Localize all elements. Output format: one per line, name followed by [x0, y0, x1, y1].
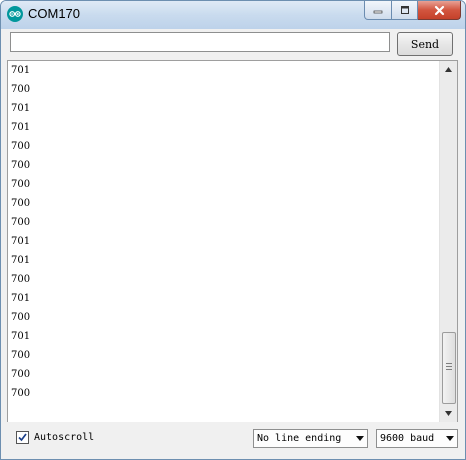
serial-output-area[interactable]: 701 700 701 701 700 700 700 700 700 701 701 700 701 7…: [7, 60, 458, 423]
minimize-icon: [373, 10, 383, 14]
vertical-scrollbar[interactable]: [439, 61, 457, 422]
output-line: 701: [11, 103, 31, 114]
scroll-up-button[interactable]: [440, 61, 457, 78]
minimize-button[interactable]: [364, 1, 392, 20]
scrollbar-thumb[interactable]: [442, 332, 456, 404]
checkmark-icon: [18, 433, 27, 442]
output-line: 700: [11, 217, 31, 228]
window-title: COM170: [28, 6, 81, 21]
output-line: 701: [11, 293, 31, 304]
output-line: 700: [11, 388, 31, 399]
status-bar: Autoscroll No line ending 9600 baud: [1, 422, 465, 459]
output-line: 700: [11, 179, 31, 190]
maximize-button[interactable]: [392, 1, 418, 20]
output-line: 701: [11, 255, 31, 266]
chevron-down-icon: [353, 436, 367, 441]
output-line: 701: [11, 65, 31, 76]
line-ending-select[interactable]: No line ending: [253, 429, 368, 448]
output-line: 700: [11, 160, 31, 171]
output-line: 700: [11, 369, 31, 380]
output-lines: 701 700 701 701 700 700 700 700 700 701 701 700 701 7…: [11, 61, 436, 403]
serial-input[interactable]: [10, 32, 390, 52]
maximize-icon: [400, 6, 409, 14]
output-line: 700: [11, 198, 31, 209]
chevron-down-icon: [443, 436, 457, 441]
autoscroll-toggle[interactable]: Autoscroll: [16, 431, 94, 444]
output-line: 701: [11, 236, 31, 247]
scroll-down-button[interactable]: [440, 405, 457, 422]
output-line: 701: [11, 122, 31, 133]
arrow-up-icon: [445, 67, 452, 72]
output-line: 700: [11, 274, 31, 285]
arrow-down-icon: [445, 411, 452, 416]
output-line: 701: [11, 331, 31, 342]
output-line: 700: [11, 312, 31, 323]
close-icon: [434, 5, 444, 15]
arduino-logo-icon: [7, 6, 23, 22]
close-button[interactable]: [418, 1, 461, 20]
serial-monitor-window: COM170 Send 701 700 701 701 700 700 700 …: [0, 0, 466, 460]
send-button[interactable]: Send: [397, 32, 453, 56]
baud-rate-select[interactable]: 9600 baud: [376, 429, 458, 448]
line-ending-value: No line ending: [257, 433, 342, 444]
grip-icon: [446, 363, 452, 372]
output-line: 700: [11, 141, 31, 152]
output-line: 700: [11, 350, 31, 361]
output-line: 700: [11, 84, 31, 95]
title-bar[interactable]: COM170: [1, 1, 465, 29]
autoscroll-checkbox[interactable]: [16, 431, 29, 444]
window-controls: [364, 1, 461, 21]
autoscroll-label: Autoscroll: [34, 432, 95, 443]
baud-rate-value: 9600 baud: [380, 433, 435, 444]
input-toolbar: Send: [1, 29, 465, 59]
